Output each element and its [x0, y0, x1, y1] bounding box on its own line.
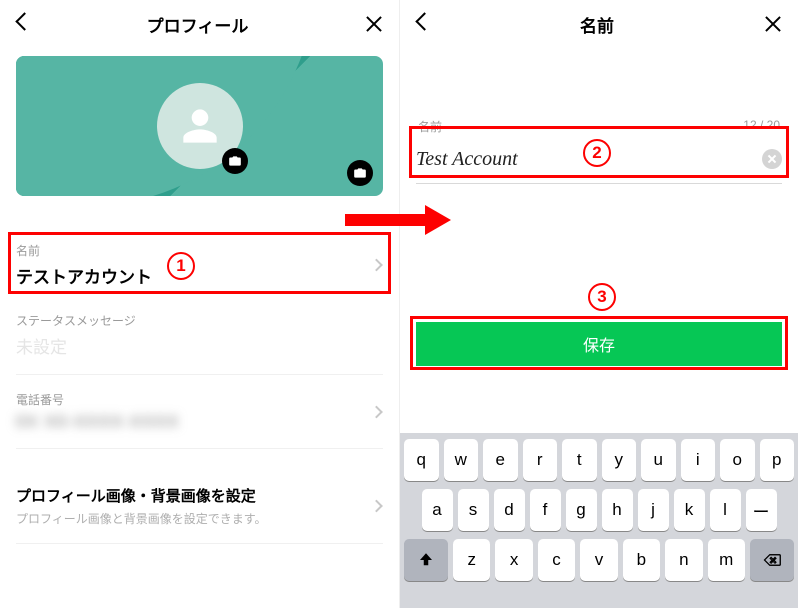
divider — [16, 374, 383, 375]
image-settings-sub: プロフィール画像と背景画像を設定できます。 — [16, 510, 383, 527]
key-z[interactable]: z — [453, 539, 490, 581]
close-icon[interactable] — [363, 13, 385, 35]
status-value: 未設定 — [16, 333, 383, 358]
key-ー[interactable]: ー — [746, 489, 777, 531]
camera-icon — [228, 154, 242, 168]
cover-image[interactable] — [16, 56, 383, 196]
close-icon[interactable] — [762, 13, 784, 35]
key-a[interactable]: a — [422, 489, 453, 531]
key-c[interactable]: c — [538, 539, 575, 581]
divider — [16, 448, 383, 449]
char-counter: 12 / 20 — [743, 118, 780, 135]
phone-value: 0X X0-XXXX-XXXX — [16, 412, 383, 432]
key-h[interactable]: h — [602, 489, 633, 531]
keyboard-row-2: asdfghjklー — [404, 489, 794, 531]
page-title: 名前 — [580, 12, 614, 37]
key-t[interactable]: t — [562, 439, 597, 481]
shift-key[interactable] — [404, 539, 448, 581]
image-settings-row[interactable]: プロフィール画像・背景画像を設定 プロフィール画像と背景画像を設定できます。 — [0, 473, 399, 539]
key-v[interactable]: v — [580, 539, 617, 581]
key-f[interactable]: f — [530, 489, 561, 531]
key-o[interactable]: o — [720, 439, 755, 481]
key-x[interactable]: x — [495, 539, 532, 581]
status-label: ステータスメッセージ — [16, 312, 383, 329]
back-icon[interactable] — [414, 15, 432, 33]
key-p[interactable]: p — [760, 439, 795, 481]
save-button[interactable]: 保存 — [416, 322, 782, 366]
status-row[interactable]: ステータスメッセージ 未設定 — [0, 300, 399, 370]
key-r[interactable]: r — [523, 439, 558, 481]
keyboard: qwertyuiop asdfghjklー zxcvbnm — [400, 433, 798, 608]
backspace-icon — [763, 551, 781, 569]
keyboard-row-1: qwertyuiop — [404, 439, 794, 481]
shift-icon — [417, 551, 435, 569]
header: 名前 — [400, 0, 798, 48]
phone-row[interactable]: 電話番号 0X X0-XXXX-XXXX — [0, 379, 399, 444]
key-u[interactable]: u — [641, 439, 676, 481]
input-underline — [416, 183, 782, 184]
name-input[interactable] — [416, 148, 762, 171]
field-label: 名前 — [418, 118, 442, 135]
key-b[interactable]: b — [623, 539, 660, 581]
key-n[interactable]: n — [665, 539, 702, 581]
save-label: 保存 — [583, 332, 615, 356]
name-row[interactable]: 名前 テストアカウント — [0, 230, 399, 300]
clear-input-button[interactable] — [762, 149, 782, 169]
header: プロフィール — [0, 0, 399, 48]
key-y[interactable]: y — [602, 439, 637, 481]
key-s[interactable]: s — [458, 489, 489, 531]
image-settings-title: プロフィール画像・背景画像を設定 — [16, 485, 383, 506]
name-label: 名前 — [16, 242, 383, 259]
cover-camera-button[interactable] — [347, 160, 373, 186]
key-m[interactable]: m — [708, 539, 745, 581]
back-icon[interactable] — [14, 15, 32, 33]
camera-icon — [353, 166, 367, 180]
avatar-camera-button[interactable] — [222, 148, 248, 174]
key-i[interactable]: i — [681, 439, 716, 481]
key-e[interactable]: e — [483, 439, 518, 481]
key-q[interactable]: q — [404, 439, 439, 481]
page-title: プロフィール — [147, 12, 249, 37]
divider — [16, 543, 383, 544]
key-k[interactable]: k — [674, 489, 705, 531]
key-d[interactable]: d — [494, 489, 525, 531]
name-edit-screen: 名前 名前 12 / 20 保存 qwertyuiop asdfghjklー z… — [399, 0, 798, 608]
name-value: テストアカウント — [16, 263, 383, 288]
profile-screen: プロフィール 名前 テストアカウント ステータスメッセージ 未設定 電話番号 0… — [0, 0, 399, 608]
phone-label: 電話番号 — [16, 391, 383, 408]
key-g[interactable]: g — [566, 489, 597, 531]
name-field-group: 名前 12 / 20 — [416, 118, 782, 179]
backspace-key[interactable] — [750, 539, 794, 581]
person-icon — [180, 106, 220, 146]
key-w[interactable]: w — [444, 439, 479, 481]
keyboard-row-3: zxcvbnm — [404, 539, 794, 581]
key-j[interactable]: j — [638, 489, 669, 531]
key-l[interactable]: l — [710, 489, 741, 531]
